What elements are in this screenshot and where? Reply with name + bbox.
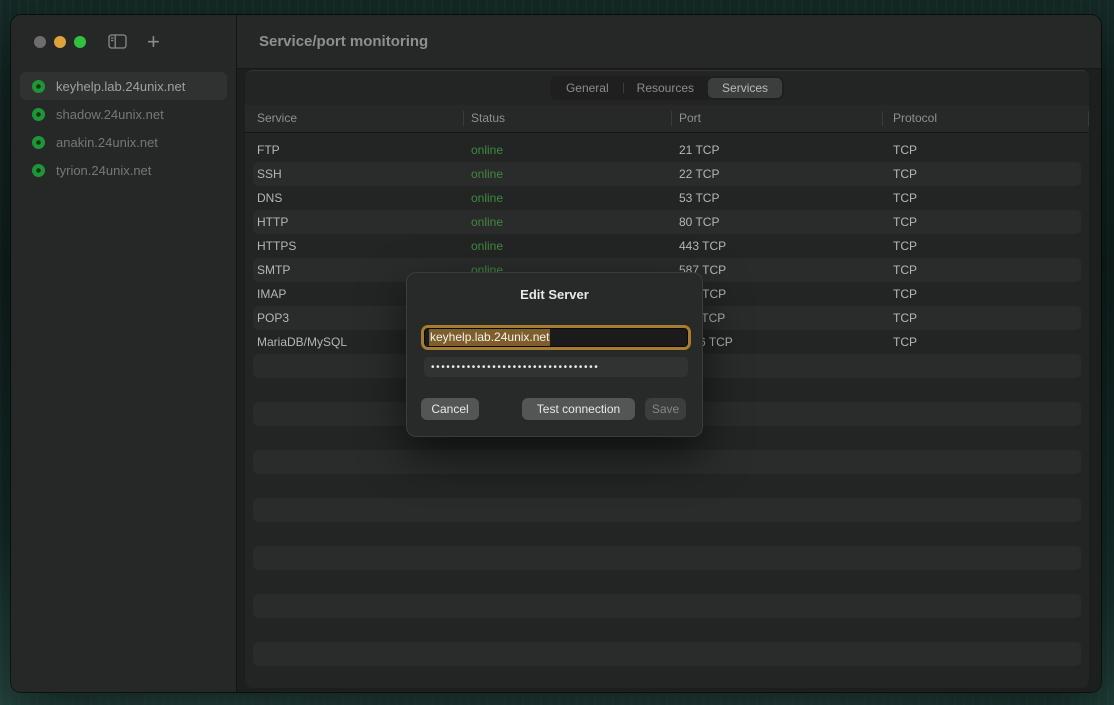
server-status-icon (32, 164, 45, 177)
sidebar-item-shadow.24unix.net[interactable]: shadow.24unix.net (20, 100, 227, 128)
cell-service: HTTPS (257, 234, 296, 258)
cell-service: SMTP (257, 258, 290, 282)
server-status-icon (32, 108, 45, 121)
column-separator[interactable] (463, 111, 464, 126)
cancel-button[interactable]: Cancel (421, 398, 479, 420)
save-button[interactable]: Save (645, 398, 686, 420)
cell-status: online (471, 210, 503, 234)
sidebar-item-anakin.24unix.net[interactable]: anakin.24unix.net (20, 128, 227, 156)
cell-status: online (471, 234, 503, 258)
table-row[interactable]: DNS online 53 TCP TCP (253, 186, 1081, 210)
cell-port: 53 TCP (679, 186, 719, 210)
cell-service: FTP (257, 138, 280, 162)
cell-protocol: TCP (893, 162, 917, 186)
page-title: Service/port monitoring (259, 33, 428, 50)
cell-service: HTTP (257, 210, 288, 234)
edit-server-dialog: Edit Server keyhelp.lab.24unix.net •••••… (406, 272, 703, 437)
server-label: tyrion.24unix.net (56, 163, 151, 178)
cell-status: online (471, 162, 503, 186)
table-empty-row[interactable] (253, 618, 1081, 642)
server-label: shadow.24unix.net (56, 107, 164, 122)
dialog-title: Edit Server (406, 287, 703, 302)
minimize-window-button[interactable] (54, 36, 66, 48)
zoom-window-button[interactable] (74, 36, 86, 48)
sidebar-toggle-icon[interactable] (108, 34, 127, 49)
column-header-port[interactable]: Port (679, 105, 701, 132)
table-empty-row[interactable] (253, 498, 1081, 522)
tab-row: GeneralResourcesServices (245, 71, 1089, 105)
add-server-icon[interactable]: + (147, 32, 160, 52)
password-input[interactable]: ••••••••••••••••••••••••••••••••• (424, 357, 688, 377)
cell-status: online (471, 186, 503, 210)
segmented-control: GeneralResourcesServices (550, 76, 784, 100)
cell-port: 80 TCP (679, 210, 719, 234)
table-empty-row[interactable] (253, 594, 1081, 618)
cell-protocol: TCP (893, 258, 917, 282)
cell-port: 21 TCP (679, 138, 719, 162)
cell-protocol: TCP (893, 306, 917, 330)
close-window-button[interactable] (34, 36, 46, 48)
cell-protocol: TCP (893, 330, 917, 354)
column-separator[interactable] (882, 111, 883, 126)
hostname-selected-text: keyhelp.lab.24unix.net (429, 329, 550, 346)
column-separator[interactable] (1088, 111, 1089, 126)
server-list: keyhelp.lab.24unix.net shadow.24unix.net a… (11, 68, 236, 188)
server-label: anakin.24unix.net (56, 135, 158, 150)
cell-port: 443 TCP (679, 234, 726, 258)
sidebar-item-keyhelp.lab.24unix.net[interactable]: keyhelp.lab.24unix.net (20, 72, 227, 100)
tab-services[interactable]: Services (708, 78, 782, 98)
table-row[interactable]: SSH online 22 TCP TCP (253, 162, 1081, 186)
server-status-icon (32, 136, 45, 149)
column-header-service[interactable]: Service (257, 105, 297, 132)
sidebar: + keyhelp.lab.24unix.net shadow.24unix.ne… (11, 15, 237, 692)
hostname-input[interactable]: keyhelp.lab.24unix.net (421, 325, 691, 350)
table-empty-row[interactable] (253, 546, 1081, 570)
table-empty-row[interactable] (253, 570, 1081, 594)
test-connection-button[interactable]: Test connection (522, 398, 635, 420)
cell-port: 22 TCP (679, 162, 719, 186)
table-empty-row[interactable] (253, 642, 1081, 666)
desktop: { "window": { "title": "Service/port mon… (0, 0, 1114, 705)
titlebar: Service/port monitoring (237, 15, 1101, 69)
column-header-protocol[interactable]: Protocol (893, 105, 937, 132)
sidebar-item-tyrion.24unix.net[interactable]: tyrion.24unix.net (20, 156, 227, 184)
table-empty-row[interactable] (253, 450, 1081, 474)
table-empty-row[interactable] (253, 474, 1081, 498)
table-row[interactable]: FTP online 21 TCP TCP (253, 138, 1081, 162)
tab-general[interactable]: General (552, 78, 623, 98)
cell-protocol: TCP (893, 282, 917, 306)
cell-service: SSH (257, 162, 282, 186)
cell-service: POP3 (257, 306, 289, 330)
cell-protocol: TCP (893, 138, 917, 162)
column-separator[interactable] (671, 111, 672, 126)
server-label: keyhelp.lab.24unix.net (56, 79, 185, 94)
cell-protocol: TCP (893, 210, 917, 234)
cell-service: DNS (257, 186, 282, 210)
server-status-icon (32, 80, 45, 93)
table-header: Service Status Port Protocol (245, 105, 1089, 133)
tab-resources[interactable]: Resources (623, 78, 708, 98)
table-row[interactable]: HTTP online 80 TCP TCP (253, 210, 1081, 234)
table-empty-row[interactable] (253, 666, 1081, 688)
column-header-status[interactable]: Status (471, 105, 505, 132)
table-row[interactable]: HTTPS online 443 TCP TCP (253, 234, 1081, 258)
cell-status: online (471, 138, 503, 162)
cell-service: MariaDB/MySQL (257, 330, 347, 354)
table-empty-row[interactable] (253, 522, 1081, 546)
sidebar-toolbar: + (11, 15, 236, 68)
cell-protocol: TCP (893, 234, 917, 258)
cell-protocol: TCP (893, 186, 917, 210)
cell-service: IMAP (257, 282, 286, 306)
